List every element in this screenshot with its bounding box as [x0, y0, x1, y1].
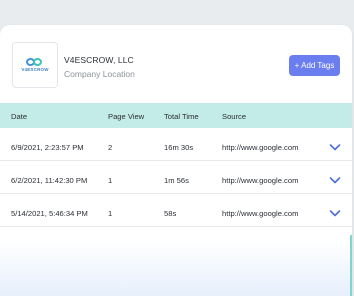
header-total-time: Total Time — [164, 112, 199, 121]
cell-page-view: 2 — [108, 143, 113, 152]
cell-date: 6/9/2021, 2:23:57 PM — [11, 143, 84, 152]
cell-source: http://www.google.com — [222, 209, 299, 218]
cell-total-time: 1m 56s — [164, 176, 189, 185]
logo-mark-icon — [26, 57, 44, 66]
add-tags-button[interactable]: + Add Tags — [289, 55, 340, 76]
header-source: Source — [222, 112, 247, 121]
table-row[interactable]: 6/2/2021, 11:42:30 PM 1 1m 56s http://ww… — [0, 161, 352, 194]
logo-text: V4ESCROW — [21, 66, 49, 72]
chevron-down-icon[interactable] — [329, 175, 341, 185]
cell-date: 6/2/2021, 11:42:30 PM — [11, 176, 88, 185]
cell-source: http://www.google.com — [222, 143, 299, 152]
cell-total-time: 16m 30s — [164, 143, 194, 152]
company-location: Company Location — [64, 69, 135, 79]
card-bottom-fade — [0, 241, 352, 296]
company-logo: V4ESCROW — [12, 42, 58, 88]
cell-source: http://www.google.com — [222, 176, 299, 185]
table-header: Date Page View Total Time Source — [0, 103, 352, 128]
chevron-down-icon[interactable] — [329, 208, 341, 218]
cell-page-view: 1 — [108, 209, 113, 218]
table-row[interactable]: 5/14/2021, 5:46:34 PM 1 58s http://www.g… — [0, 194, 352, 227]
cell-page-view: 1 — [108, 176, 113, 185]
header-date: Date — [11, 112, 28, 121]
cell-total-time: 58s — [164, 209, 177, 218]
company-name: V4ESCROW, LLC — [64, 55, 134, 65]
table-row[interactable]: 6/9/2021, 2:23:57 PM 2 16m 30s http://ww… — [0, 128, 352, 161]
chevron-down-icon[interactable] — [329, 142, 341, 152]
company-header: V4ESCROW V4ESCROW, LLC Company Location … — [12, 42, 340, 88]
cell-date: 5/14/2021, 5:46:34 PM — [11, 209, 88, 218]
visitor-activity-card: V4ESCROW V4ESCROW, LLC Company Location … — [0, 25, 352, 296]
header-page-view: Page View — [108, 112, 145, 121]
